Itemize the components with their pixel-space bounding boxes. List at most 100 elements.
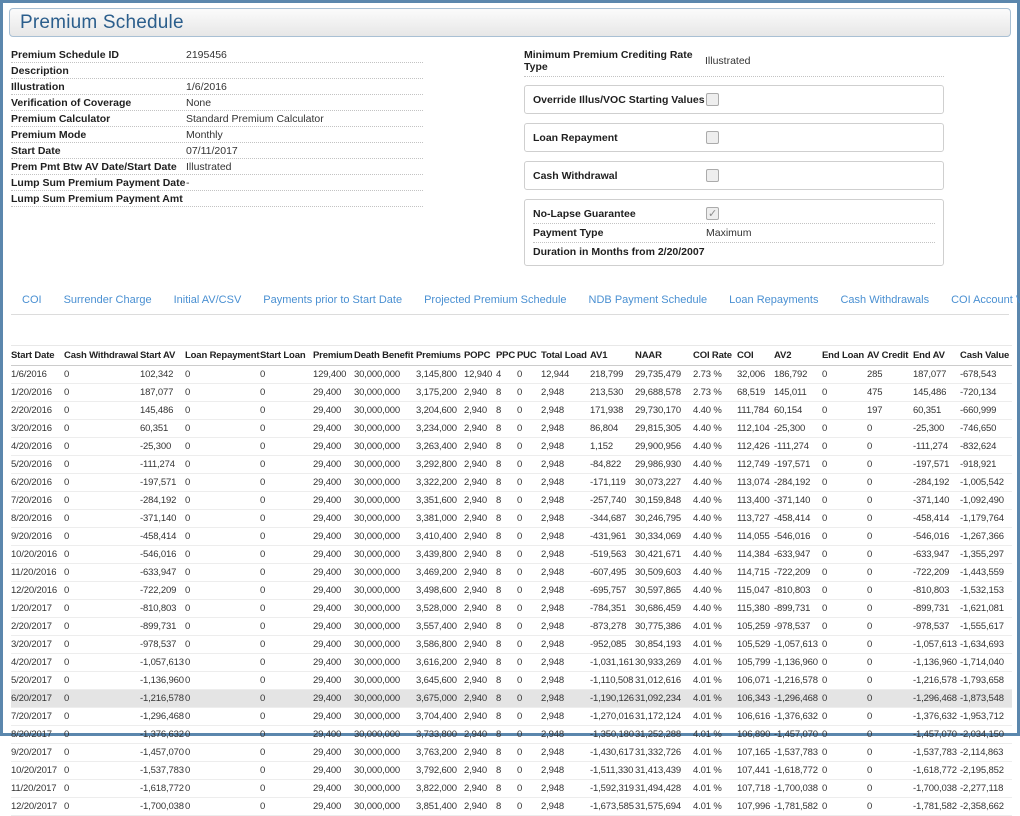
table-row[interactable]: 11/20/20170-1,618,7720029,40030,000,0003… bbox=[11, 780, 1012, 798]
table-cell: 29,400 bbox=[313, 420, 354, 438]
table-row[interactable]: 10/20/20170-1,537,7830029,40030,000,0003… bbox=[11, 762, 1012, 780]
table-cell: 8 bbox=[496, 402, 517, 420]
table-cell: 0 bbox=[185, 474, 260, 492]
table-row[interactable]: 1/20/20160187,0770029,40030,000,0003,175… bbox=[11, 384, 1012, 402]
tab-loan-repayments[interactable]: Loan Repayments bbox=[718, 288, 829, 315]
table-cell: 2,940 bbox=[464, 438, 496, 456]
table-cell: 4.40 % bbox=[693, 438, 737, 456]
table-cell: 0 bbox=[260, 492, 313, 510]
no-lapse-guarantee-group: No-Lapse Guarantee Payment Type Maximum … bbox=[524, 199, 944, 266]
field-label: Start Date bbox=[11, 145, 186, 157]
table-row[interactable]: 8/20/20160-371,1400029,40030,000,0003,38… bbox=[11, 510, 1012, 528]
table-row[interactable]: 9/20/20160-458,4140029,40030,000,0003,41… bbox=[11, 528, 1012, 546]
table-cell: 3,704,400 bbox=[416, 708, 464, 726]
table-row[interactable]: 9/20/20170-1,457,0700029,40030,000,0003,… bbox=[11, 744, 1012, 762]
table-cell: -1,430,617 bbox=[590, 744, 635, 762]
table-row[interactable]: 4/20/20160-25,3000029,40030,000,0003,263… bbox=[11, 438, 1012, 456]
table-row[interactable]: 11/20/20160-633,9470029,40030,000,0003,4… bbox=[11, 564, 1012, 582]
table-cell: 29,400 bbox=[313, 600, 354, 618]
table-cell: 0 bbox=[822, 654, 867, 672]
table-cell: 186,792 bbox=[774, 366, 822, 384]
table-row[interactable]: 3/20/2016060,3510029,40030,000,0003,234,… bbox=[11, 420, 1012, 438]
table-cell: 105,529 bbox=[737, 636, 774, 654]
table-row[interactable]: 12/20/20170-1,700,0380029,40030,000,0003… bbox=[11, 798, 1012, 816]
table-row[interactable]: 2/20/20170-899,7310029,40030,000,0003,55… bbox=[11, 618, 1012, 636]
table-cell: 29,400 bbox=[313, 438, 354, 456]
table-cell: 29,400 bbox=[313, 708, 354, 726]
table-cell: -1,376,632 bbox=[774, 708, 822, 726]
table-row[interactable]: 12/20/20160-722,2090029,40030,000,0003,4… bbox=[11, 582, 1012, 600]
tab-bar: COISurrender ChargeInitial AV/CSVPayment… bbox=[11, 288, 1009, 315]
page-header: Premium Schedule bbox=[9, 8, 1011, 37]
tab-payments-prior-to-start-date[interactable]: Payments prior to Start Date bbox=[252, 288, 413, 315]
table-cell: 475 bbox=[867, 384, 913, 402]
table-cell: 4.01 % bbox=[693, 636, 737, 654]
table-cell: -1,031,161 bbox=[590, 654, 635, 672]
table-cell: 111,784 bbox=[737, 402, 774, 420]
table-cell: 2,940 bbox=[464, 582, 496, 600]
table-cell: 0 bbox=[867, 744, 913, 762]
table-cell: 0 bbox=[185, 798, 260, 816]
table-row[interactable]: 10/20/20160-546,0160029,40030,000,0003,4… bbox=[11, 546, 1012, 564]
table-cell: -899,731 bbox=[140, 618, 185, 636]
cash-withdrawal-checkbox[interactable] bbox=[706, 169, 719, 182]
override-illus-voc-checkbox[interactable] bbox=[706, 93, 719, 106]
table-cell: 0 bbox=[185, 438, 260, 456]
table-cell: -1,005,542 bbox=[960, 474, 1012, 492]
table-cell: 8 bbox=[496, 708, 517, 726]
table-row[interactable]: 3/20/20170-978,5370029,40030,000,0003,58… bbox=[11, 636, 1012, 654]
table-cell: 8 bbox=[496, 564, 517, 582]
table-cell: 0 bbox=[517, 456, 541, 474]
table-cell: 0 bbox=[517, 600, 541, 618]
tab-initial-av-csv[interactable]: Initial AV/CSV bbox=[163, 288, 253, 315]
table-cell: -284,192 bbox=[913, 474, 960, 492]
table-cell: -257,740 bbox=[590, 492, 635, 510]
table-cell: 0 bbox=[517, 798, 541, 816]
table-cell: 4.01 % bbox=[693, 708, 737, 726]
table-cell: -1,110,508 bbox=[590, 672, 635, 690]
table-row[interactable]: 7/20/20160-284,1920029,40030,000,0003,35… bbox=[11, 492, 1012, 510]
table-cell: 2,940 bbox=[464, 636, 496, 654]
field-label: Verification of Coverage bbox=[11, 97, 186, 109]
table-cell: 12,944 bbox=[541, 366, 590, 384]
field-label: Lump Sum Premium Payment Amt bbox=[11, 193, 186, 205]
table-cell: -1,457,070 bbox=[913, 726, 960, 744]
table-row[interactable]: 7/20/20170-1,296,4680029,40030,000,0003,… bbox=[11, 708, 1012, 726]
table-cell: 0 bbox=[822, 708, 867, 726]
table-cell: 4.40 % bbox=[693, 528, 737, 546]
table-row[interactable]: 8/20/20170-1,376,6320029,40030,000,0003,… bbox=[11, 726, 1012, 744]
table-row[interactable]: 6/20/20170-1,216,5780029,40030,000,0003,… bbox=[11, 690, 1012, 708]
table-cell: 29,400 bbox=[313, 582, 354, 600]
table-cell: 60,351 bbox=[140, 420, 185, 438]
table-row[interactable]: 5/20/20160-111,2740029,40030,000,0003,29… bbox=[11, 456, 1012, 474]
tab-projected-premium-schedule[interactable]: Projected Premium Schedule bbox=[413, 288, 577, 315]
table-cell: 0 bbox=[64, 726, 140, 744]
tab-ndb-payment-schedule[interactable]: NDB Payment Schedule bbox=[578, 288, 719, 315]
table-cell: 2,940 bbox=[464, 654, 496, 672]
tab-cash-withdrawals[interactable]: Cash Withdrawals bbox=[829, 288, 940, 315]
table-cell: 4.40 % bbox=[693, 510, 737, 528]
table-cell: 29,400 bbox=[313, 510, 354, 528]
table-row[interactable]: 1/20/20170-810,8030029,40030,000,0003,52… bbox=[11, 600, 1012, 618]
table-cell: 31,252,288 bbox=[635, 726, 693, 744]
table-cell: 8 bbox=[496, 456, 517, 474]
table-cell: 112,426 bbox=[737, 438, 774, 456]
table-row[interactable]: 4/20/20170-1,057,6130029,40030,000,0003,… bbox=[11, 654, 1012, 672]
table-row[interactable]: 2/20/20160145,4860029,40030,000,0003,204… bbox=[11, 402, 1012, 420]
tab-coi[interactable]: COI bbox=[11, 288, 53, 315]
table-cell: -1,781,582 bbox=[913, 798, 960, 816]
table-cell: 3,469,200 bbox=[416, 564, 464, 582]
table-cell: 29,400 bbox=[313, 546, 354, 564]
loan-repayment-checkbox[interactable] bbox=[706, 131, 719, 144]
form-area: Premium Schedule ID2195456DescriptionIll… bbox=[9, 45, 1011, 275]
table-row[interactable]: 1/6/20160102,34200129,40030,000,0003,145… bbox=[11, 366, 1012, 384]
table-cell: 2/20/2016 bbox=[11, 402, 64, 420]
table-cell: -1,057,613 bbox=[913, 636, 960, 654]
table-cell: 0 bbox=[867, 528, 913, 546]
table-cell: 30,854,193 bbox=[635, 636, 693, 654]
tab-surrender-charge[interactable]: Surrender Charge bbox=[53, 288, 163, 315]
table-row[interactable]: 6/20/20160-197,5710029,40030,000,0003,32… bbox=[11, 474, 1012, 492]
table-row[interactable]: 5/20/20170-1,136,9600029,40030,000,0003,… bbox=[11, 672, 1012, 690]
table-cell: -722,209 bbox=[774, 564, 822, 582]
tab-coi-account-value[interactable]: COI Account Value bbox=[940, 288, 1020, 315]
